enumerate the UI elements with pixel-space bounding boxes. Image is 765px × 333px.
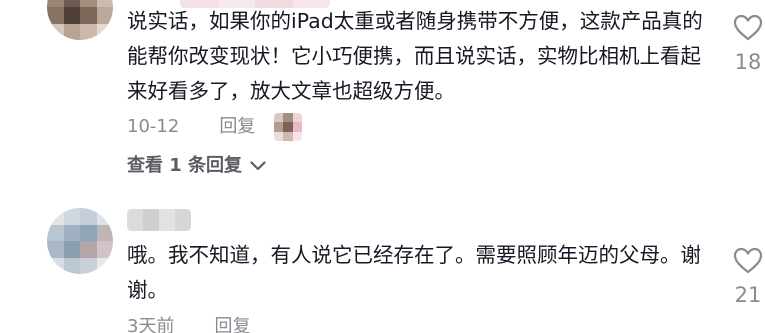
avatar[interactable] — [47, 208, 113, 274]
view-replies-label: 查看 1 条回复 — [127, 155, 243, 176]
comment-meta: 3天前 回复 — [127, 315, 250, 333]
like-count: 18 — [734, 50, 762, 74]
like-count: 21 — [734, 283, 762, 307]
comment-text: 说实话，如果你的iPad太重或者随身携带不方便，这款产品真的能帮你改变现状！它小… — [127, 9, 703, 103]
comment-date: 10-12 — [127, 116, 180, 137]
comment-meta: 10-12 回复 — [127, 115, 255, 139]
heart-outline-icon[interactable] — [733, 14, 763, 45]
comments-page: 说实话，如果你的iPad太重或者随身携带不方便，这款产品真的能帮你改变现状！它小… — [0, 0, 765, 333]
view-replies-button[interactable]: 查看 1 条回复 — [127, 154, 266, 178]
author-liked-badge — [274, 113, 302, 141]
reply-button[interactable]: 回复 — [219, 115, 255, 139]
comment-date: 3天前 — [127, 316, 175, 333]
username[interactable] — [127, 209, 191, 231]
comment-item: 哦。我不知道，有人说它已经存在了。需要照顾年迈的父母。谢谢。 3天前 回复 21 — [0, 205, 765, 333]
chevron-down-icon — [250, 154, 266, 178]
avatar[interactable] — [47, 0, 113, 40]
heart-outline-icon[interactable] — [733, 247, 763, 278]
like-area: 21 — [722, 247, 765, 308]
reply-button[interactable]: 回复 — [214, 315, 250, 333]
comment-item: 说实话，如果你的iPad太重或者随身携带不方便，这款产品真的能帮你改变现状！它小… — [0, 0, 765, 205]
like-area: 18 — [722, 14, 765, 75]
comment-text: 哦。我不知道，有人说它已经存在了。需要照顾年迈的父母。谢谢。 — [127, 243, 701, 302]
